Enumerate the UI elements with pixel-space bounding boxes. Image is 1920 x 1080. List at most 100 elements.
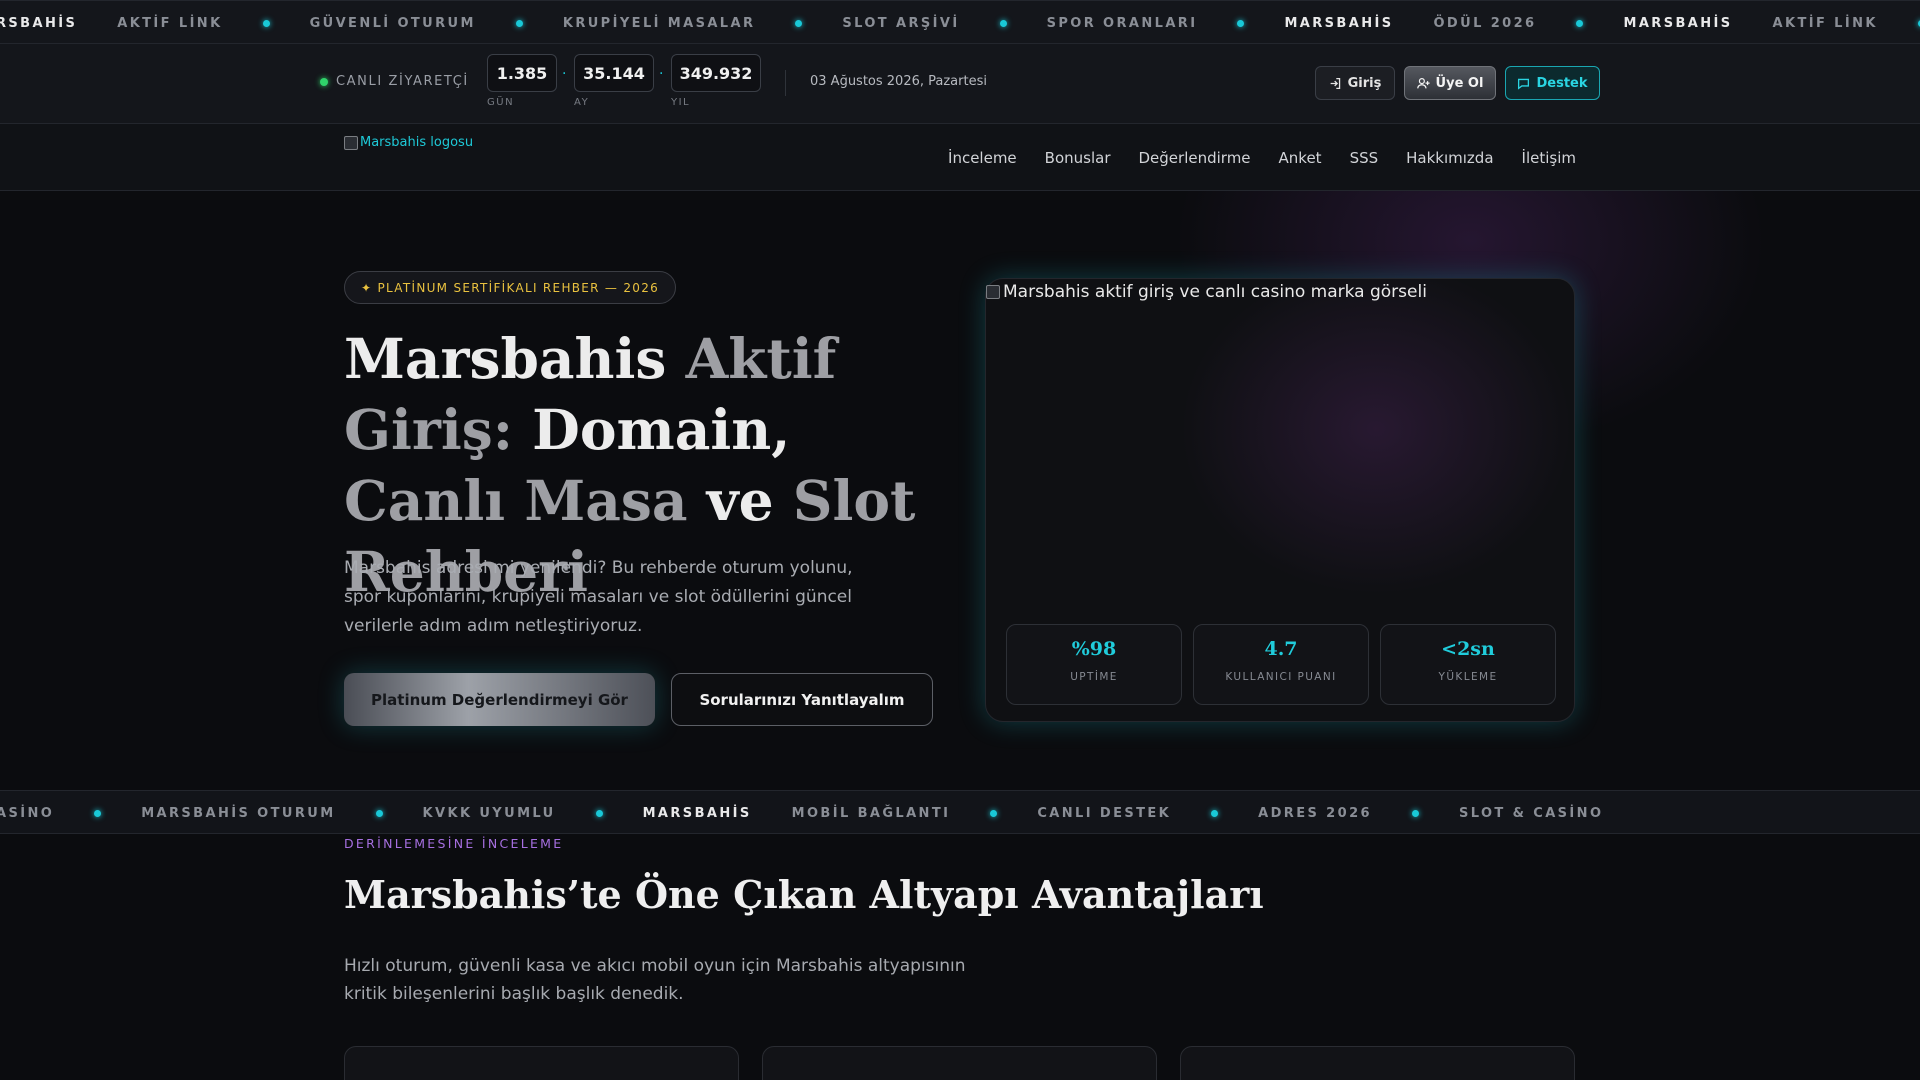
ticker-dot-icon: [999, 19, 1007, 27]
hero-title-part: Canlı Masa: [344, 468, 688, 533]
hero-brand-image: Marsbahis aktif giriş ve canlı casino ma…: [986, 279, 1427, 302]
top-ticker: RSBAHİS AKTİF LİNK GÜVENLİ OTURUM KRUPİYELİ…: [0, 0, 1920, 44]
nav-link[interactable]: Anket: [1279, 149, 1322, 167]
stat-uptime: %98 UPTİME: [1006, 624, 1182, 705]
live-visitor-label: CANLI ZİYARETÇİ: [336, 74, 469, 89]
stat-user-rating: 4.7 KULLANICI PUANI: [1193, 624, 1369, 705]
nav-link[interactable]: Değerlendirme: [1139, 149, 1251, 167]
hero-title-part: Domain,: [513, 397, 791, 462]
counter-day: 1.385 GÜN: [487, 54, 557, 108]
hero-title-part: Marsbahis: [344, 326, 686, 391]
main-navigation: Marsbahis logosu İnceleme Bonuslar Değerle…: [0, 124, 1920, 191]
ticker-dot-icon: [375, 809, 383, 817]
ticker-item: AKTİF LİNK: [117, 15, 223, 31]
logo-alt-text: Marsbahis logosu: [360, 135, 474, 150]
certified-badge: ✦ PLATİNUM SERTİFİKALI REHBER — 2026: [344, 271, 677, 304]
ticker-item: MARSBAHİS OTURUM: [141, 805, 336, 821]
ticker-item: SPOR ORANLARI: [1046, 15, 1198, 31]
ticker-item: AKTİF LİNK: [1772, 15, 1878, 31]
broken-image-icon: [344, 135, 358, 150]
ticker-item: MARSBAHİS: [1284, 15, 1394, 31]
broken-image-icon: [986, 285, 1000, 299]
counter-separator: ·: [562, 66, 567, 82]
ticker-dot-icon: [94, 809, 102, 817]
stat-value: 4.7: [1264, 638, 1298, 660]
counter-day-label: GÜN: [487, 97, 515, 108]
nav-link[interactable]: İnceleme: [948, 149, 1017, 167]
ticker-item: ASİNO: [0, 805, 55, 821]
site-logo[interactable]: Marsbahis logosu: [344, 135, 473, 150]
counter-year-label: YIL: [671, 97, 691, 108]
section-title: Marsbahis’te Öne Çıkan Altyapı Avantajla…: [344, 872, 1264, 917]
live-dot-icon: [320, 77, 328, 86]
counter-year-value: 349.932: [671, 54, 761, 92]
counter-separator: ·: [659, 66, 664, 82]
ticker-dot-icon: [515, 19, 523, 27]
ticker-dot-icon: [1411, 809, 1419, 817]
counter-month: 35.144 AY: [574, 54, 654, 108]
counter-year: 349.932 YIL: [671, 54, 761, 108]
stat-label: UPTİME: [1070, 671, 1118, 683]
top-ticker-track: RSBAHİS AKTİF LİNK GÜVENLİ OTURUM KRUPİYELİ…: [0, 1, 1920, 43]
live-visitor-indicator: CANLI ZİYARETÇİ: [320, 74, 469, 89]
ticker-dot-icon: [595, 809, 603, 817]
ticker-item: GÜVENLİ OTURUM: [309, 15, 476, 31]
platinum-review-button[interactable]: Platinum Değerlendirmeyi Gör: [344, 673, 655, 726]
section-description: Hızlı oturum, güvenli kasa ve akıcı mobi…: [344, 956, 966, 1004]
counter-month-value: 35.144: [574, 54, 654, 92]
feature-card[interactable]: [762, 1046, 1157, 1080]
ticker-dot-icon: [262, 19, 270, 27]
ticker-item: ADRES 2026: [1258, 805, 1372, 821]
login-button[interactable]: Giriş: [1315, 66, 1395, 100]
ticker-item: MOBİL BAĞLANTI: [791, 805, 951, 821]
ticker-item: MARSBAHİS: [1623, 15, 1733, 31]
ticker-dot-icon: [1211, 809, 1219, 817]
stat-load-time: <2sn YÜKLEME: [1380, 624, 1556, 705]
ticker-item: SLOT & CASİNO: [1458, 805, 1604, 821]
register-button[interactable]: Üye Ol: [1404, 66, 1496, 100]
counter-day-value: 1.385: [487, 54, 557, 92]
status-bar: CANLI ZİYARETÇİ 1.385 GÜN · 35.144 AY · …: [0, 44, 1920, 124]
register-button-label: Üye Ol: [1435, 75, 1484, 91]
stat-label: YÜKLEME: [1438, 671, 1498, 683]
ticker-item: ÖDÜL 2026: [1433, 15, 1537, 31]
stat-value: <2sn: [1441, 638, 1495, 660]
status-divider: [785, 70, 786, 96]
feature-card[interactable]: [344, 1046, 739, 1080]
current-date: 03 Ağustos 2026, Pazartesi: [810, 74, 987, 89]
login-icon: [1330, 77, 1340, 89]
bottom-ticker-track: ASİNO MARSBAHİS OTURUM KVKK UYUMLU MARSBAHİ…: [0, 791, 1604, 833]
support-button[interactable]: Destek: [1505, 66, 1600, 100]
section-kicker: DERİNLEMESİNE İNCELEME: [344, 836, 564, 851]
feature-card[interactable]: [1180, 1046, 1575, 1080]
support-button-label: Destek: [1536, 75, 1588, 91]
faq-button[interactable]: Sorularınızı Yanıtlayalım: [671, 673, 933, 726]
counter-month-label: AY: [574, 97, 590, 108]
stat-value: %98: [1071, 638, 1117, 660]
bottom-ticker: ASİNO MARSBAHİS OTURUM KVKK UYUMLU MARSBAHİ…: [0, 790, 1920, 834]
ticker-dot-icon: [1576, 19, 1584, 27]
hero-image-alt: Marsbahis aktif giriş ve canlı casino ma…: [1003, 282, 1427, 302]
ticker-dot-icon: [1237, 19, 1245, 27]
stat-label: KULLANICI PUANI: [1225, 671, 1337, 683]
nav-link[interactable]: İletişim: [1522, 149, 1576, 167]
ticker-item: KVKK UYUMLU: [422, 805, 556, 821]
hero-section: ✦ PLATİNUM SERTİFİKALI REHBER — 2026 Mar…: [0, 191, 1920, 790]
user-plus-icon: [1416, 77, 1430, 88]
hero-title-part: ve: [687, 468, 793, 533]
nav-links: İnceleme Bonuslar Değerlendirme Anket SSS Hak…: [948, 124, 1576, 191]
nav-link[interactable]: Bonuslar: [1045, 149, 1111, 167]
hero-image-card: Marsbahis aktif giriş ve canlı casino ma…: [985, 278, 1575, 722]
ticker-dot-icon: [990, 809, 998, 817]
ticker-item: SLOT ARŞİVİ: [842, 15, 960, 31]
ticker-item: KRUPİYELİ MASALAR: [562, 15, 756, 31]
ticker-item: RSBAHİS: [0, 15, 78, 31]
ticker-item: CANLI DESTEK: [1037, 805, 1172, 821]
ticker-dot-icon: [795, 19, 803, 27]
nav-link[interactable]: SSS: [1350, 149, 1379, 167]
login-button-label: Giriş: [1347, 75, 1382, 91]
ticker-item: MARSBAHİS: [642, 805, 752, 821]
hero-lead: Marsbahis adresi mi yenilendi? Bu rehber…: [344, 558, 853, 636]
nav-link[interactable]: Hakkımızda: [1406, 149, 1493, 167]
chat-icon: [1518, 78, 1530, 90]
